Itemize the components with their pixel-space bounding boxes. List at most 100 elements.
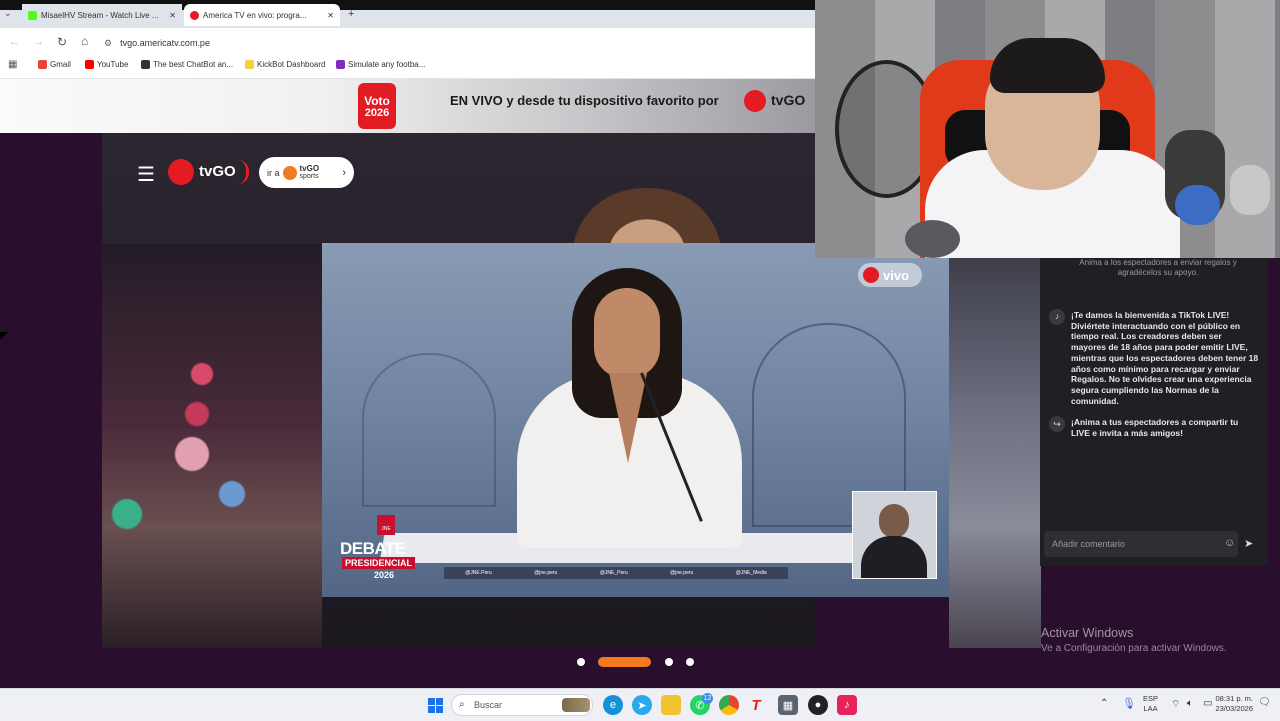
chevron-up-icon[interactable]: ⌃ [1100, 698, 1108, 709]
interpreter-body [861, 536, 927, 578]
jne-logo: JNE [377, 515, 395, 535]
americatv-favicon-icon [190, 10, 199, 20]
telegram-icon[interactable]: ➤ [632, 695, 652, 715]
clock-date: 23/03/2026 [1215, 704, 1253, 713]
social-handle: @JNE_Peru [599, 570, 628, 576]
search-highlight-image [562, 698, 590, 712]
tab-americatv[interactable]: America TV en vivo: progra... ✕ [184, 4, 340, 26]
debate-year: 2026 [374, 570, 395, 580]
clock[interactable]: 08:31 p. m. 23/03/2026 [1208, 694, 1253, 714]
share-icon: ↪ [1049, 416, 1065, 432]
whatsapp-badge: 12 [702, 693, 713, 704]
tvgo-sports-button[interactable]: ir a tvGO sports › [259, 157, 354, 188]
bookmark-gmail[interactable]: Gmail [38, 60, 71, 69]
file-explorer-icon[interactable] [661, 695, 681, 715]
gmail-icon [38, 60, 47, 69]
live-badge: vivo [858, 263, 922, 287]
search-placeholder: Buscar [474, 700, 503, 710]
debate-title: DEBATE [340, 539, 406, 558]
badge-line1: Voto [364, 94, 390, 108]
notifications-icon[interactable]: 🗨︎ [1258, 697, 1271, 708]
bookmark-youtube[interactable]: YouTube [85, 60, 128, 69]
edge-icon[interactable]: e [603, 695, 623, 715]
tab-title: America TV en vivo: progra... [203, 10, 307, 20]
reload-icon[interactable]: ↻ [57, 35, 67, 49]
forward-icon[interactable]: → [33, 36, 44, 48]
plush-toy-grey [1230, 165, 1270, 215]
presenter-face [594, 288, 660, 378]
menu-icon[interactable]: ☰ [137, 162, 155, 187]
interpreter-head [879, 504, 909, 538]
typora-icon[interactable]: T [746, 695, 766, 715]
video-player[interactable]: vivo JNE DEBATE PRESIDENCIAL 2026 @JNE.P… [322, 243, 949, 597]
tiktok-live-chat: Anima a los espectadores a enviar regalo… [1040, 258, 1268, 566]
comment-input[interactable]: Añadir comentario ☺ [1044, 531, 1238, 557]
webcam-feed [815, 0, 1280, 258]
streamer-hair [990, 38, 1105, 93]
windows-start-icon[interactable] [425, 695, 445, 715]
activate-windows-title: Activar Windows [1041, 626, 1134, 640]
volume-icon[interactable]: 🔈︎ [1187, 698, 1193, 709]
arch-window-decoration [362, 353, 496, 507]
chat-share-message: ¡Anima a tus espectadores a compartir tu… [1071, 417, 1239, 438]
plush-toy-blue [1175, 185, 1220, 225]
bookmark-kickbot[interactable]: KickBot Dashboard [245, 60, 325, 69]
chevron-right-icon: › [342, 166, 346, 179]
new-tab-button[interactable]: + [348, 8, 354, 20]
send-icon[interactable]: ➤ [1244, 537, 1253, 550]
bookmark-simulate[interactable]: Simulate any footba... [336, 60, 425, 69]
sports-sub: sports [299, 172, 319, 180]
address-text: tvgo.americatv.com.pe [120, 38, 210, 48]
chatbot-icon [141, 60, 150, 69]
carousel-dot-active[interactable] [598, 657, 651, 667]
bookmarks-bar: ▦ Gmail YouTube The best ChatBot an... K… [0, 56, 815, 79]
site-logo[interactable]: tvGO [199, 163, 236, 180]
language-line1: ESP [1143, 694, 1159, 703]
promo-banner[interactable]: Voto 2026 EN VIVO y desde tu dispositivo… [0, 79, 815, 133]
social-handle: @JNE.Peru [465, 570, 492, 576]
banner-text: EN VIVO y desde tu dispositivo favorito … [450, 93, 719, 108]
sign-language-interpreter [852, 491, 937, 579]
search-icon: ⌕ [459, 699, 465, 710]
voto-2026-badge: Voto 2026 [358, 83, 396, 129]
tab-misaelhv[interactable]: MisaelHV Stream - Watch Live ... ✕ [22, 4, 182, 26]
close-icon[interactable]: ✕ [327, 11, 334, 20]
tab-search-icon[interactable]: ⌄ [4, 8, 12, 19]
language-line2: LAA [1143, 704, 1158, 713]
network-icon[interactable]: ⌔ [1171, 698, 1180, 711]
windows-taskbar: ⌕ Buscar e ➤ ✆ 12 T ▦ ● ♪ ⌃ 🎙︎ ESP LAA ⌔… [0, 688, 1280, 721]
clock-time: 08:31 p. m. [1215, 694, 1253, 703]
bookmark-label: Simulate any footba... [348, 60, 426, 69]
bokeh-background [102, 244, 322, 648]
bookmark-chatbot[interactable]: The best ChatBot an... [141, 60, 233, 69]
microphone-tray-icon[interactable]: 🎙︎ [1122, 697, 1136, 710]
browser-toolbar: ← → ↻ ⌂ ⚙ tvgo.americatv.com.pe [0, 28, 815, 56]
close-icon[interactable]: ✕ [169, 11, 176, 20]
apps-grid-icon[interactable]: ▦ [8, 59, 17, 70]
tiktok-icon[interactable]: ♪ [837, 695, 857, 715]
obs-icon[interactable]: ● [808, 695, 828, 715]
chat-partial-message: Anima a los espectadores a enviar regalo… [1079, 258, 1237, 277]
carousel-dot-3[interactable] [665, 658, 673, 666]
comment-placeholder: Añadir comentario [1052, 539, 1126, 549]
language-indicator[interactable]: ESP LAA [1143, 694, 1158, 714]
home-icon[interactable]: ⌂ [81, 34, 88, 48]
calculator-icon[interactable]: ▦ [778, 695, 798, 715]
taskbar-search[interactable]: ⌕ Buscar [451, 694, 593, 716]
back-icon[interactable]: ← [9, 36, 20, 48]
social-strip: @JNE.Peru @jne.peru @JNE_Peru @jne.peru … [444, 567, 788, 579]
chrome-icon[interactable] [719, 695, 739, 715]
carousel-dot-1[interactable] [577, 658, 585, 666]
address-bar[interactable]: ⚙ tvgo.americatv.com.pe [104, 34, 809, 52]
tab-title: MisaelHV Stream - Watch Live ... [41, 10, 159, 20]
social-handle: @jne.peru [534, 570, 558, 576]
carousel-dot-4[interactable] [686, 658, 694, 666]
sports-prefix: ir a [267, 167, 280, 178]
chat-welcome-message: ¡Te damos la bienvenida a TikTok LIVE! D… [1071, 310, 1259, 406]
studio-background [949, 244, 1041, 648]
kickbot-icon [245, 60, 254, 69]
badge-line2: 2026 [364, 107, 390, 119]
tvgo-globe-icon [168, 159, 194, 185]
emoji-icon[interactable]: ☺ [1224, 537, 1235, 549]
site-info-icon[interactable]: ⚙ [104, 38, 112, 49]
